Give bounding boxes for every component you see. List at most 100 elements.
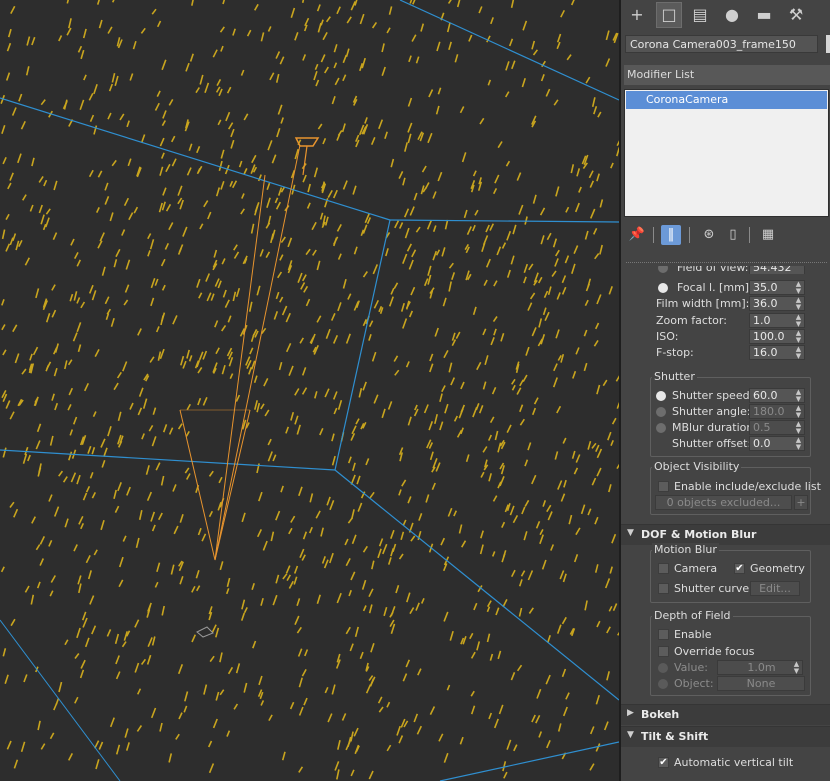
scatter-dash: [160, 152, 165, 159]
excluded-objects-button[interactable]: 0 objects excluded...: [655, 495, 792, 510]
object-name-field[interactable]: Corona Camera003_frame150: [625, 35, 818, 53]
scatter-dash: [411, 34, 417, 42]
scatter-dash: [35, 288, 40, 299]
shutter-curve-edit-button[interactable]: Edit...: [750, 581, 800, 596]
configure-modifier-sets-icon[interactable]: ▦: [758, 225, 778, 245]
scatter-dash: [218, 88, 223, 97]
add-excluded-button[interactable]: +: [794, 495, 808, 510]
modifier-list-dropdown[interactable]: Modifier List: [624, 65, 830, 85]
mblur-duration-radio[interactable]: [656, 423, 666, 433]
scatter-dash: [485, 224, 490, 233]
focus-value-spinner[interactable]: 1.0m ▲ ▼: [717, 660, 803, 675]
utilities-wrench-icon[interactable]: ⚒: [784, 3, 808, 27]
modify-icon[interactable]: □: [656, 2, 682, 28]
auto-vertical-tilt-row: ✔ Automatic vertical tilt: [621, 755, 830, 771]
scatter-dash: [188, 143, 193, 152]
scatter-dash: [345, 626, 351, 635]
scatter-dash: [386, 27, 391, 34]
mb-geometry-checkbox[interactable]: ✔: [734, 563, 745, 574]
scatter-dash: [230, 139, 235, 149]
scatter-dash: [557, 480, 563, 490]
hierarchy-icon[interactable]: ▤: [688, 3, 712, 27]
shutter-curve-checkbox[interactable]: [658, 583, 669, 594]
scatter-dash: [407, 97, 413, 107]
scatter-dash: [608, 286, 613, 295]
fov-radio[interactable]: [658, 266, 668, 273]
mb-camera-checkbox[interactable]: [658, 563, 669, 574]
scatter-dash: [508, 38, 514, 47]
zoom-spinner[interactable]: 1.0 ▲ ▼: [749, 313, 805, 328]
scatter-dash: [24, 585, 30, 593]
scatter-dash: [472, 170, 477, 177]
scatter-dash: [66, 0, 69, 4]
scatter-dash: [184, 691, 189, 702]
focal-label: Focal l. [mm]:: [677, 281, 753, 294]
shutter-speed-radio[interactable]: [656, 391, 666, 401]
mblur-duration-spinner[interactable]: 0.5 ▲ ▼: [749, 420, 805, 435]
scatter-dash: [162, 424, 168, 433]
scatter-dash: [155, 462, 161, 471]
scatter-dash: [395, 584, 400, 594]
focus-object-picker[interactable]: None: [717, 676, 805, 691]
modifier-stack[interactable]: CoronaCamera: [624, 89, 829, 217]
focus-value-radio[interactable]: [658, 663, 668, 673]
camera-object[interactable]: [179, 137, 320, 638]
dof-motion-blur-rollout[interactable]: ▼ DOF & Motion Blur: [621, 524, 830, 545]
scatter-dash: [337, 399, 343, 410]
remove-modifier-icon[interactable]: ▯: [723, 225, 743, 245]
fstop-spinner[interactable]: 16.0 ▲ ▼: [749, 345, 805, 360]
show-end-result-icon[interactable]: ‖: [661, 225, 681, 245]
shutter-speed-spinner[interactable]: 60.0 ▲ ▼: [749, 388, 805, 403]
scatter-dash: [427, 274, 432, 285]
scatter-dash: [411, 249, 417, 258]
scatter-dash: [198, 292, 203, 299]
focus-object-radio[interactable]: [658, 679, 668, 689]
scatter-dash: [150, 278, 156, 289]
fov-spinner[interactable]: 54.432: [749, 266, 805, 274]
scatter-dash: [50, 575, 56, 583]
make-unique-icon[interactable]: ⊛: [699, 225, 719, 245]
scatter-dash: [407, 496, 412, 504]
mblur-duration-row: MBlur duration: 0.5 ▲ ▼: [621, 420, 830, 436]
scatter-dash: [95, 207, 100, 213]
scatter-dash: [331, 684, 336, 695]
pin-stack-icon[interactable]: 📌: [627, 225, 647, 245]
scatter-dash: [118, 556, 124, 568]
shutter-offset-spinner[interactable]: 0.0 ▲ ▼: [749, 436, 805, 451]
dof-enable-checkbox[interactable]: [658, 629, 669, 640]
include-exclude-checkbox[interactable]: [658, 481, 669, 492]
scatter-dash: [402, 673, 408, 682]
scatter-dash: [319, 212, 324, 220]
perspective-viewport[interactable]: [0, 0, 619, 781]
film-width-spinner[interactable]: 36.0 ▲ ▼: [749, 296, 805, 311]
override-focus-checkbox[interactable]: [658, 646, 669, 657]
shutter-angle-spinner[interactable]: 180.0 ▲ ▼: [749, 404, 805, 419]
tilt-shift-rollout[interactable]: ▼ Tilt & Shift: [621, 726, 830, 747]
scatter-dash: [413, 713, 419, 723]
iso-spinner[interactable]: 100.0 ▲ ▼: [749, 329, 805, 344]
scatter-dash: [602, 379, 608, 387]
scatter-dash: [241, 512, 246, 523]
bokeh-rollout[interactable]: ▶ Bokeh: [621, 704, 830, 725]
scatter-dash: [225, 588, 230, 595]
rollout-expanded-icon: ▼: [627, 730, 634, 740]
scatter-dash: [290, 7, 296, 18]
focal-radio[interactable]: [658, 283, 668, 293]
auto-vertical-tilt-checkbox[interactable]: ✔: [658, 757, 669, 768]
scatter-dash: [368, 588, 374, 598]
create-plus-icon[interactable]: +: [625, 3, 649, 27]
scatter-dash: [591, 97, 596, 107]
scatter-dash: [98, 19, 103, 29]
object-color-swatch[interactable]: [826, 35, 830, 53]
scatter-dash: [93, 549, 98, 556]
scatter-dash: [72, 416, 78, 425]
stack-item-coronacamera[interactable]: CoronaCamera: [626, 91, 827, 109]
scatter-dash: [331, 433, 335, 442]
motion-icon[interactable]: ●: [720, 3, 744, 27]
scatter-dash: [516, 664, 523, 672]
focal-spinner[interactable]: 35.0 ▲ ▼: [749, 280, 805, 295]
viewport-canvas[interactable]: [0, 0, 619, 781]
shutter-angle-radio[interactable]: [656, 407, 666, 417]
display-icon[interactable]: ▬: [752, 3, 776, 27]
scatter-dash: [151, 436, 157, 447]
